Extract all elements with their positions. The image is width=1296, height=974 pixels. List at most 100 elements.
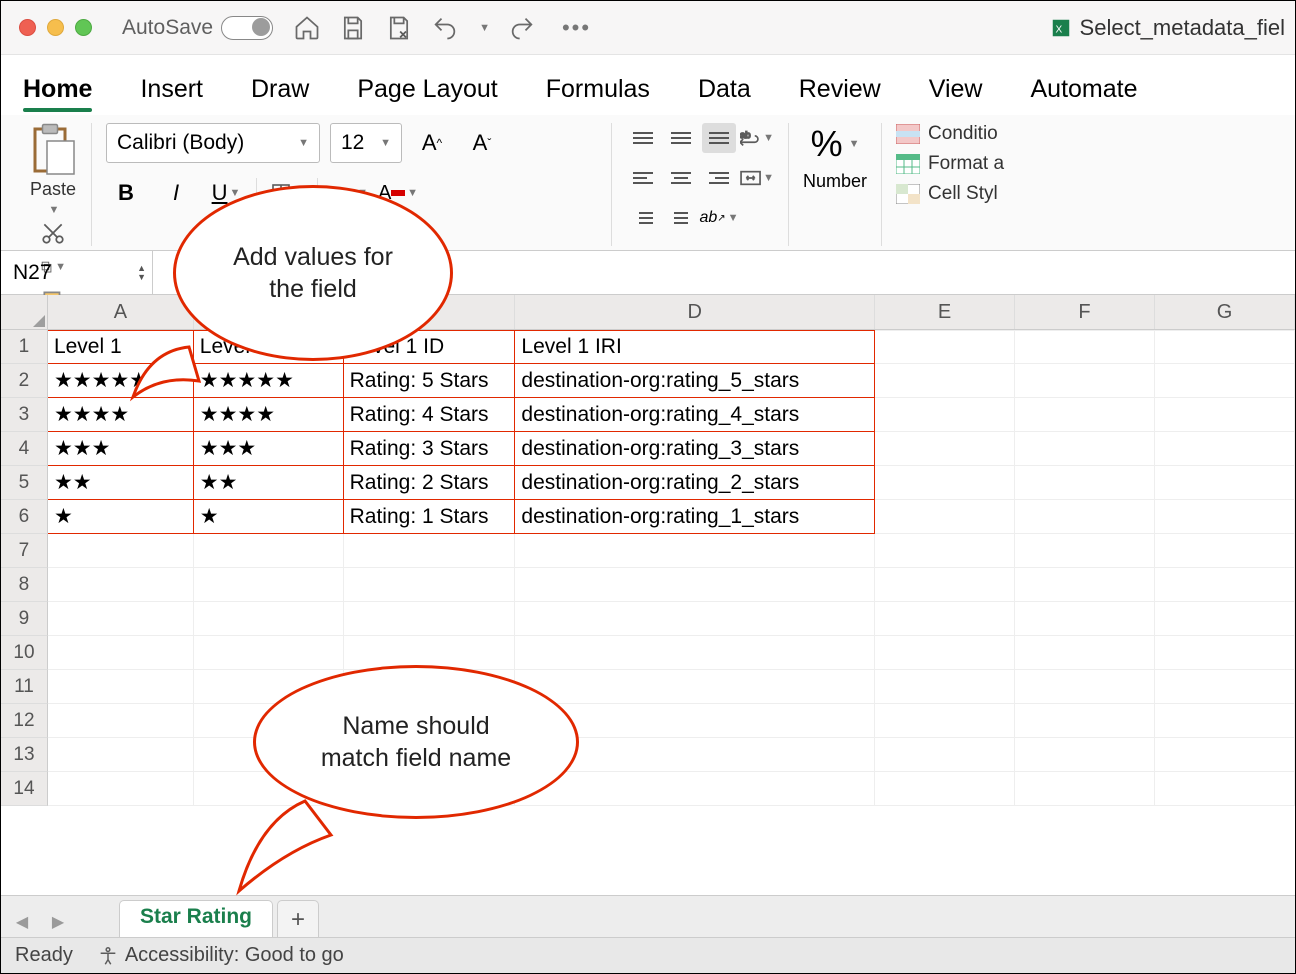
cell[interactable] (515, 534, 875, 568)
cell[interactable] (194, 568, 344, 602)
increase-font-icon[interactable]: A^ (412, 123, 452, 163)
col-header-g[interactable]: G (1155, 295, 1295, 329)
row-header[interactable]: 12 (1, 704, 48, 738)
cell[interactable]: Rating: 1 Stars (344, 500, 516, 534)
font-size-select[interactable]: 12 ▼ (330, 123, 402, 163)
cell[interactable] (1015, 704, 1155, 738)
cell[interactable] (1155, 432, 1295, 466)
cell[interactable]: ★ (48, 500, 194, 534)
cell[interactable] (875, 432, 1015, 466)
cell[interactable] (1155, 670, 1295, 704)
cell[interactable]: destination-org:rating_5_stars (515, 364, 875, 398)
redo-icon[interactable] (508, 14, 536, 42)
wrap-text-icon[interactable]: ab▼ (740, 123, 774, 153)
cell[interactable] (48, 704, 194, 738)
align-center-icon[interactable] (664, 163, 698, 193)
cell[interactable] (1015, 398, 1155, 432)
cell[interactable] (48, 636, 194, 670)
cell[interactable] (48, 772, 194, 806)
tab-draw[interactable]: Draw (251, 75, 309, 104)
cell[interactable] (875, 568, 1015, 602)
conditional-formatting-button[interactable]: Conditio (896, 123, 1004, 145)
cell[interactable] (875, 772, 1015, 806)
cell[interactable] (1155, 602, 1295, 636)
tab-home[interactable]: Home (23, 75, 92, 104)
orientation-icon[interactable]: ab↗▼ (702, 203, 736, 233)
cell[interactable] (1155, 534, 1295, 568)
col-header-e[interactable]: E (875, 295, 1015, 329)
sheet-prev-icon[interactable]: ◀ (7, 907, 37, 937)
cell[interactable] (48, 568, 194, 602)
cell[interactable] (48, 738, 194, 772)
sheet-next-icon[interactable]: ▶ (43, 907, 73, 937)
align-bottom-icon[interactable] (702, 123, 736, 153)
cell[interactable] (875, 636, 1015, 670)
paste-button[interactable]: Paste (29, 123, 77, 200)
increase-indent-icon[interactable] (664, 203, 698, 233)
autosave-toggle[interactable]: AutoSave (122, 16, 273, 40)
cell-styles-button[interactable]: Cell Styl (896, 183, 1004, 205)
row-header[interactable]: 5 (1, 466, 48, 500)
cell[interactable] (1155, 398, 1295, 432)
cell[interactable] (1015, 772, 1155, 806)
home-icon[interactable] (293, 14, 321, 42)
cell[interactable] (515, 568, 875, 602)
cell[interactable] (515, 602, 875, 636)
cell[interactable] (48, 670, 194, 704)
cell[interactable]: Rating: 5 Stars (344, 364, 516, 398)
row-header[interactable]: 3 (1, 398, 48, 432)
cell[interactable] (1015, 602, 1155, 636)
format-as-table-button[interactable]: Format a (896, 153, 1004, 175)
undo-icon[interactable] (431, 14, 459, 42)
cell[interactable] (875, 500, 1015, 534)
cell[interactable] (875, 534, 1015, 568)
merge-center-icon[interactable]: ▼ (740, 163, 774, 193)
cell[interactable]: destination-org:rating_2_stars (515, 466, 875, 500)
cell[interactable] (1155, 330, 1295, 364)
cell[interactable] (344, 602, 516, 636)
row-header[interactable]: 2 (1, 364, 48, 398)
select-all-corner[interactable] (1, 295, 48, 329)
cell[interactable] (875, 466, 1015, 500)
cell[interactable] (1155, 704, 1295, 738)
toggle-switch-icon[interactable] (221, 16, 273, 40)
bold-button[interactable]: B (106, 173, 146, 213)
chevron-down-icon[interactable]: ▼ (849, 138, 860, 150)
cell[interactable] (48, 534, 194, 568)
row-header[interactable]: 9 (1, 602, 48, 636)
cell[interactable]: destination-org:rating_1_stars (515, 500, 875, 534)
cell[interactable] (344, 534, 516, 568)
cell[interactable] (875, 398, 1015, 432)
cell[interactable] (1155, 738, 1295, 772)
cell[interactable]: ★★ (48, 466, 194, 500)
col-header-d[interactable]: D (515, 295, 875, 329)
cell[interactable]: ★ (194, 500, 344, 534)
cell[interactable]: Rating: 2 Stars (344, 466, 516, 500)
row-header[interactable]: 11 (1, 670, 48, 704)
cell[interactable] (875, 602, 1015, 636)
tab-automate[interactable]: Automate (1030, 75, 1137, 104)
tab-insert[interactable]: Insert (140, 75, 203, 104)
row-header[interactable]: 10 (1, 636, 48, 670)
cell[interactable] (875, 738, 1015, 772)
align-left-icon[interactable] (626, 163, 660, 193)
tab-review[interactable]: Review (799, 75, 881, 104)
decrease-indent-icon[interactable] (626, 203, 660, 233)
cut-icon[interactable] (40, 220, 66, 246)
row-header[interactable]: 13 (1, 738, 48, 772)
cell[interactable] (194, 602, 344, 636)
save-icon[interactable] (339, 14, 367, 42)
minimize-window-icon[interactable] (47, 19, 64, 36)
cell[interactable] (1015, 636, 1155, 670)
col-header-a[interactable]: A (48, 295, 194, 329)
row-header[interactable]: 8 (1, 568, 48, 602)
row-header[interactable]: 6 (1, 500, 48, 534)
cell[interactable] (875, 670, 1015, 704)
save-as-icon[interactable] (385, 14, 413, 42)
cell[interactable] (1015, 466, 1155, 500)
name-box[interactable]: N27 ▲▼ (1, 251, 153, 294)
more-commands-icon[interactable]: ••• (554, 15, 599, 41)
row-header[interactable]: 14 (1, 772, 48, 806)
cell[interactable] (1155, 500, 1295, 534)
tab-page-layout[interactable]: Page Layout (357, 75, 497, 104)
